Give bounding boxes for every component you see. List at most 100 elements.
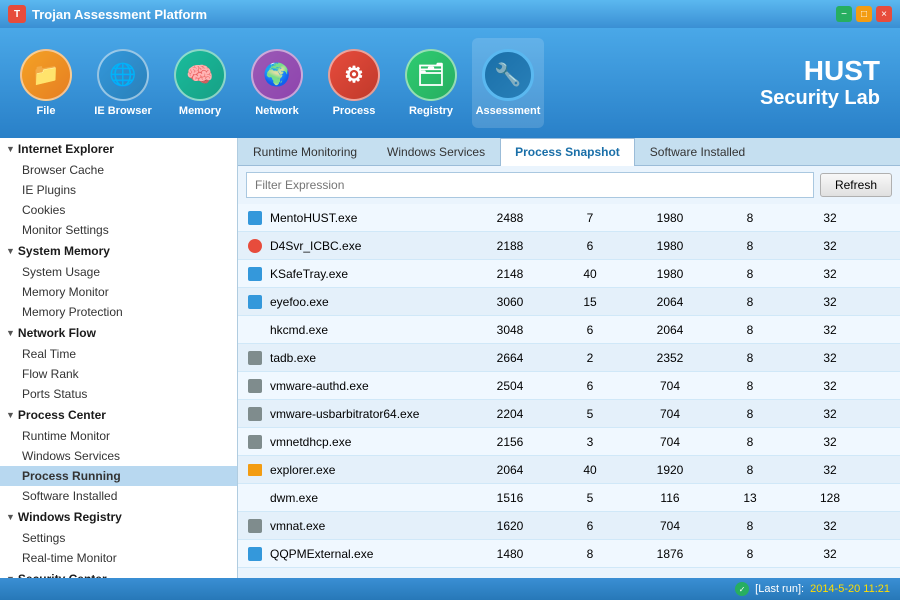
sidebar-item-system-usage[interactable]: System Usage: [0, 262, 237, 282]
sidebar-item-browser-cache[interactable]: Browser Cache: [0, 160, 237, 180]
sidebar-group-header-security-center[interactable]: Security Center: [0, 568, 237, 578]
sidebar-group-header-process-center[interactable]: Process Center: [0, 404, 237, 426]
toolbar-registry-label: Registry: [409, 105, 453, 117]
process-col: 8: [710, 407, 790, 421]
sidebar-item-software-installed[interactable]: Software Installed: [0, 486, 237, 506]
toolbar-memory[interactable]: 🧠 Memory: [164, 38, 236, 128]
sidebar-group-header-system-memory[interactable]: System Memory: [0, 240, 237, 262]
sidebar-group-header-windows-registry[interactable]: Windows Registry: [0, 506, 237, 528]
table-row[interactable]: dwm.exe1516511613128: [238, 484, 900, 512]
app-icon: T: [8, 5, 26, 23]
toolbar-assessment-label: Assessment: [476, 105, 541, 117]
process-icon-blue: [248, 267, 262, 281]
status-bar: ✓ [Last run]: 2014-5-20 11:21: [0, 578, 900, 600]
table-row[interactable]: vmware-usbarbitrator64.exe22045704832: [238, 400, 900, 428]
process-name: hkcmd.exe: [270, 323, 470, 337]
table-row[interactable]: MentoHUST.exe248871980832: [238, 204, 900, 232]
sidebar-group-system-memory: System MemorySystem UsageMemory MonitorM…: [0, 240, 237, 322]
process-name: vmnat.exe: [270, 519, 470, 533]
sidebar-item-memory-monitor[interactable]: Memory Monitor: [0, 282, 237, 302]
sidebar-item-cookies[interactable]: Cookies: [0, 200, 237, 220]
sidebar-group-windows-registry: Windows RegistrySettingsReal-time Monito…: [0, 506, 237, 568]
table-row[interactable]: hkcmd.exe304862064832: [238, 316, 900, 344]
status-icon: ✓: [735, 582, 749, 596]
process-col: 32: [790, 379, 870, 393]
process-col: 40: [550, 267, 630, 281]
process-col: 2188: [470, 239, 550, 253]
assessment-icon: 🔧: [482, 49, 534, 101]
ie-icon: 🌐: [97, 49, 149, 101]
process-col: 3060: [470, 295, 550, 309]
refresh-button[interactable]: Refresh: [820, 173, 892, 197]
process-col: 32: [790, 267, 870, 281]
sidebar-group-header-network-flow[interactable]: Network Flow: [0, 322, 237, 344]
process-col: 8: [710, 463, 790, 477]
sidebar-item-runtime-monitor[interactable]: Runtime Monitor: [0, 426, 237, 446]
process-col: 32: [790, 407, 870, 421]
close-button[interactable]: ×: [876, 6, 892, 22]
sidebar-item-settings[interactable]: Settings: [0, 528, 237, 548]
app-title: Trojan Assessment Platform: [32, 7, 207, 22]
process-col: 8: [710, 435, 790, 449]
process-col: 1980: [630, 239, 710, 253]
process-icon-blue: [248, 547, 262, 561]
toolbar-process[interactable]: ⚙ Process: [318, 38, 390, 128]
process-col: 32: [790, 323, 870, 337]
content: Runtime MonitoringWindows ServicesProces…: [238, 138, 900, 578]
process-table: MentoHUST.exe248871980832D4Svr_ICBC.exe2…: [238, 204, 900, 578]
process-col: 128: [790, 491, 870, 505]
sidebar-item-flow-rank[interactable]: Flow Rank: [0, 364, 237, 384]
toolbar-brand: HUST Security Lab: [760, 56, 890, 110]
table-row[interactable]: eyefoo.exe3060152064832: [238, 288, 900, 316]
sidebar-item-ports-status[interactable]: Ports Status: [0, 384, 237, 404]
sidebar-item-realtime-monitor[interactable]: Real-time Monitor: [0, 548, 237, 568]
main: Internet ExplorerBrowser CacheIE Plugins…: [0, 138, 900, 578]
sidebar-item-ie-plugins[interactable]: IE Plugins: [0, 180, 237, 200]
process-col: 2064: [470, 463, 550, 477]
toolbar-file[interactable]: 📁 File: [10, 38, 82, 128]
table-row[interactable]: vmware-authd.exe25046704832: [238, 372, 900, 400]
maximize-button[interactable]: □: [856, 6, 872, 22]
sidebar-item-memory-protection[interactable]: Memory Protection: [0, 302, 237, 322]
table-row[interactable]: vmnat.exe16206704832: [238, 512, 900, 540]
table-row[interactable]: D4Svr_ICBC.exe218861980832: [238, 232, 900, 260]
status-value: 2014-5-20 11:21: [810, 583, 890, 595]
toolbar-registry[interactable]: 🗂 Registry: [395, 38, 467, 128]
tab-windows-services[interactable]: Windows Services: [372, 138, 500, 165]
filter-input[interactable]: [246, 172, 814, 198]
toolbar-network[interactable]: 🌍 Network: [241, 38, 313, 128]
table-row[interactable]: tadb.exe266422352832: [238, 344, 900, 372]
sidebar-group-header-internet-explorer[interactable]: Internet Explorer: [0, 138, 237, 160]
registry-icon: 🗂: [405, 49, 457, 101]
tab-software-installed[interactable]: Software Installed: [635, 138, 760, 165]
process-icon: [246, 321, 264, 339]
tab-runtime-monitoring[interactable]: Runtime Monitoring: [238, 138, 372, 165]
table-row[interactable]: KSafeTray.exe2148401980832: [238, 260, 900, 288]
process-col: 2156: [470, 435, 550, 449]
process-col: 15: [550, 295, 630, 309]
sidebar-item-windows-services[interactable]: Windows Services: [0, 446, 237, 466]
sidebar-item-monitor-settings[interactable]: Monitor Settings: [0, 220, 237, 240]
tab-process-snapshot[interactable]: Process Snapshot: [500, 138, 635, 166]
sidebar-group-security-center: Security CenterAssessmentSystem InfoLoad…: [0, 568, 237, 578]
process-icon: [246, 209, 264, 227]
toolbar-ie[interactable]: 🌐 IE Browser: [87, 38, 159, 128]
process-col: 32: [790, 351, 870, 365]
process-icon: [246, 293, 264, 311]
process-col: 8: [710, 211, 790, 225]
title-bar-controls: − □ ×: [836, 6, 892, 22]
sidebar-item-real-time[interactable]: Real Time: [0, 344, 237, 364]
process-col: 8: [550, 547, 630, 561]
table-row[interactable]: explorer.exe2064401920832: [238, 456, 900, 484]
sidebar-item-process-running[interactable]: Process Running: [0, 466, 237, 486]
table-row[interactable]: vmnetdhcp.exe21563704832: [238, 428, 900, 456]
toolbar-assessment[interactable]: 🔧 Assessment: [472, 38, 544, 128]
sidebar: Internet ExplorerBrowser CacheIE Plugins…: [0, 138, 238, 578]
process-col: 2064: [630, 323, 710, 337]
table-row[interactable]: QQPMExternal.exe148081876832: [238, 540, 900, 568]
process-icon-gray: [248, 519, 262, 533]
process-col: 1876: [630, 547, 710, 561]
memory-icon: 🧠: [174, 49, 226, 101]
minimize-button[interactable]: −: [836, 6, 852, 22]
toolbar-ie-label: IE Browser: [94, 105, 151, 117]
